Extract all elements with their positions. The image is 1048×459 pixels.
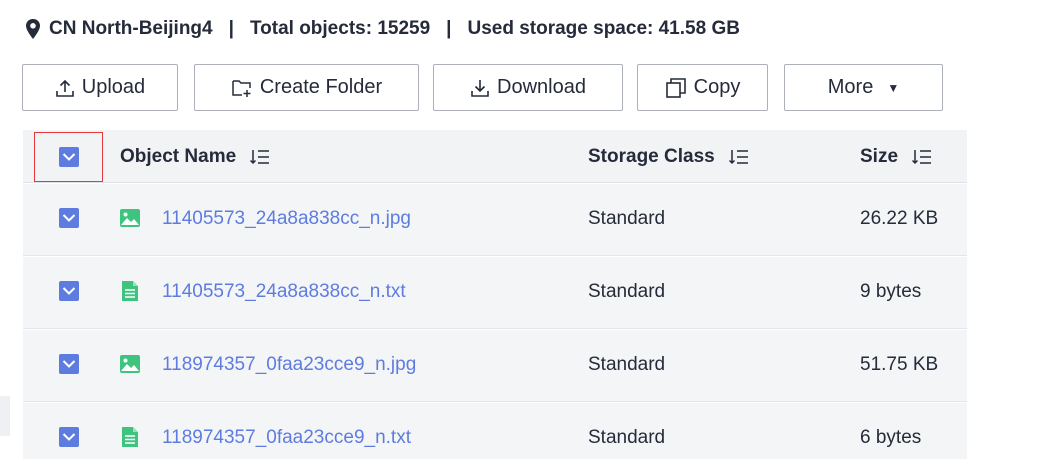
image-file-icon xyxy=(120,355,140,373)
table-row[interactable]: 11405573_24a8a838cc_n.txt Standard 9 byt… xyxy=(23,257,967,329)
sort-icon[interactable] xyxy=(912,149,932,165)
sort-icon[interactable] xyxy=(728,149,749,165)
download-icon xyxy=(471,79,489,97)
object-name-link[interactable]: 11405573_24a8a838cc_n.txt xyxy=(162,278,406,306)
total-objects-label: Total objects: 15259 xyxy=(249,18,431,39)
bucket-info-bar: CN North-Beijing4 | Total objects: 15259… xyxy=(25,12,740,46)
table-row[interactable]: 118974357_0faa23cce9_n.txt Standard 6 by… xyxy=(23,403,967,459)
text-file-icon xyxy=(122,427,138,447)
checkmark-icon xyxy=(62,153,75,161)
checkmark-icon xyxy=(62,433,76,441)
caret-down-icon: ▼ xyxy=(887,80,900,95)
create-folder-label: Create Folder xyxy=(259,76,383,98)
size-header-label: Size xyxy=(860,145,899,167)
region-label: CN North-Beijing4 xyxy=(49,18,213,39)
column-header-storage-class[interactable]: Storage Class xyxy=(588,130,749,183)
separator: | xyxy=(228,18,234,39)
object-name-link[interactable]: 118974357_0faa23cce9_n.jpg xyxy=(162,351,416,379)
download-label: Download xyxy=(497,76,586,98)
storage-class-value: Standard xyxy=(588,281,666,302)
object-name-header-label: Object Name xyxy=(120,145,237,167)
row-checkbox[interactable] xyxy=(59,354,79,374)
more-button[interactable]: More ▼ xyxy=(784,64,943,111)
row-checkbox[interactable] xyxy=(59,427,79,447)
more-label: More xyxy=(827,76,874,98)
storage-class-header-label: Storage Class xyxy=(588,145,715,167)
left-edge-shadow xyxy=(0,396,10,436)
object-name-link[interactable]: 118974357_0faa23cce9_n.txt xyxy=(162,424,411,452)
select-all-checkbox[interactable] xyxy=(58,147,79,167)
location-pin-icon xyxy=(25,17,43,41)
table-row[interactable]: 118974357_0faa23cce9_n.jpg Standard 51.7… xyxy=(23,330,967,402)
storage-class-value: Standard xyxy=(588,427,666,448)
object-name-link[interactable]: 11405573_24a8a838cc_n.jpg xyxy=(162,205,411,233)
size-value: 26.22 KB xyxy=(860,208,939,229)
image-file-icon xyxy=(120,209,140,227)
table-row[interactable]: 11405573_24a8a838cc_n.jpg Standard 26.22… xyxy=(23,184,967,256)
copy-icon xyxy=(665,77,686,98)
column-header-size[interactable]: Size xyxy=(860,130,932,183)
storage-class-value: Standard xyxy=(588,354,666,375)
size-value: 6 bytes xyxy=(860,427,922,448)
copy-label: Copy xyxy=(693,76,741,98)
checkmark-icon xyxy=(62,360,76,368)
row-checkbox[interactable] xyxy=(59,208,79,228)
size-value: 9 bytes xyxy=(860,281,922,302)
create-folder-icon xyxy=(232,79,251,97)
sort-icon[interactable] xyxy=(250,149,270,165)
upload-icon xyxy=(55,79,74,97)
size-value: 51.75 KB xyxy=(860,354,939,375)
select-all-highlight xyxy=(34,132,103,182)
upload-label: Upload xyxy=(81,76,146,98)
text-file-icon xyxy=(122,281,138,301)
create-folder-button[interactable]: Create Folder xyxy=(194,64,419,111)
checkmark-icon xyxy=(62,287,76,295)
used-storage-label: Used storage space: 41.58 GB xyxy=(467,18,740,39)
upload-button[interactable]: Upload xyxy=(22,64,178,111)
checkmark-icon xyxy=(62,214,76,222)
storage-class-value: Standard xyxy=(588,208,666,229)
download-button[interactable]: Download xyxy=(433,64,623,111)
table-header: Object Name Storage Class Size xyxy=(23,130,967,183)
column-header-object-name[interactable]: Object Name xyxy=(120,130,270,183)
copy-button[interactable]: Copy xyxy=(637,64,768,111)
separator: | xyxy=(446,18,452,39)
row-checkbox[interactable] xyxy=(59,281,79,301)
